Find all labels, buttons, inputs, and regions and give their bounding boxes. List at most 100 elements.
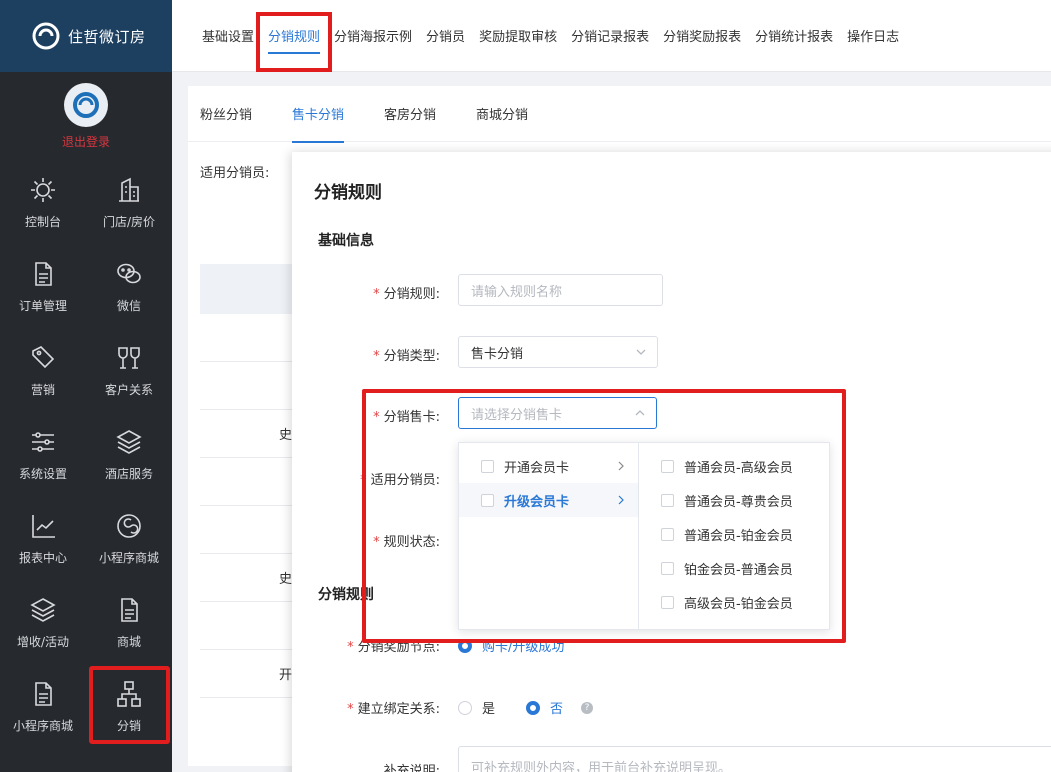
subtab-mall[interactable]: 商城分销 <box>476 86 528 142</box>
sidebar-item-reports[interactable]: 报表中心 <box>0 496 86 580</box>
document-icon <box>121 597 138 622</box>
sidebar: 住哲微订房 退出登录 控制台 门店/房价 订单管理 微信 营销 客户关系 系统设… <box>0 0 172 772</box>
card-placeholder: 请选择分销售卡 <box>471 407 563 423</box>
sidebar-item-wechat[interactable]: 微信 <box>86 244 172 328</box>
checkbox-icon[interactable] <box>661 493 674 507</box>
document-icon <box>35 681 52 706</box>
cascader-option-open-card[interactable]: 开通会员卡 <box>459 449 638 483</box>
cascader-sub-option[interactable]: 普通会员-铂金会员 <box>639 517 829 551</box>
checkbox-icon[interactable] <box>481 459 494 473</box>
sidebar-item-label: 小程序商城 <box>12 718 73 733</box>
subtab-fans[interactable]: 粉丝分销 <box>200 86 252 142</box>
cascader-sub-label: 普通会员-高级会员 <box>684 460 793 476</box>
tab-record-report[interactable]: 分销记录报表 <box>571 0 649 72</box>
sidebar-item-orders[interactable]: 订单管理 <box>0 244 86 328</box>
org-chart-icon <box>117 680 141 707</box>
sidebar-item-label: 商城 <box>116 634 141 649</box>
sidebar-item-label: 增收/活动 <box>16 634 70 649</box>
subtab-room[interactable]: 客房分销 <box>384 86 436 142</box>
checkbox-icon[interactable] <box>661 595 674 609</box>
sidebar-item-mall[interactable]: 商城 <box>86 580 172 664</box>
rule-type-select[interactable]: 售卡分销 <box>458 336 658 368</box>
note-label: 补充说明: <box>383 764 440 772</box>
chart-icon <box>32 514 55 538</box>
tab-distributors[interactable]: 分销员 <box>426 0 465 72</box>
sidebar-item-label: 控制台 <box>24 214 61 229</box>
sidebar-item-label: 系统设置 <box>18 466 67 481</box>
binding-label: * 建立绑定关系: <box>347 702 440 717</box>
document-icon <box>35 261 52 286</box>
radio-checked-icon <box>526 700 540 715</box>
layers-icon <box>116 429 142 454</box>
sidebar-item-mini-program[interactable]: 小程序商城 <box>0 664 86 748</box>
brand[interactable]: 住哲微订房 <box>0 0 172 72</box>
binding-no-radio[interactable]: 否 ? <box>526 698 594 717</box>
sidebar-item-distribution[interactable]: 分销 <box>86 664 172 748</box>
cascader-option-upgrade-card[interactable]: 升级会员卡 <box>459 483 638 517</box>
cascader-sub-label: 高级会员-铂金会员 <box>684 596 793 612</box>
card-cascader-dropdown: 开通会员卡 升级会员卡 普通会员-高级会员 普通会员-尊贵会员 普通会员-铂金会… <box>458 442 830 630</box>
checkbox-icon[interactable] <box>661 459 674 473</box>
sidebar-item-hotel-service[interactable]: 酒店服务 <box>86 412 172 496</box>
chevron-right-icon <box>618 461 624 471</box>
avatar[interactable] <box>64 82 108 127</box>
top-nav: 基础设置 分销规则 分销海报示例 分销员 奖励提取审核 分销记录报表 分销奖励报… <box>172 0 1051 72</box>
tab-basic-settings[interactable]: 基础设置 <box>202 0 254 72</box>
radio-unchecked-icon <box>458 700 472 715</box>
rule-type-label: * 分销类型: <box>373 349 440 364</box>
status-label: * 规则状态: <box>373 535 440 550</box>
logout-link[interactable]: 退出登录 <box>62 133 110 150</box>
rule-name-input[interactable]: 请输入规则名称 <box>458 274 663 306</box>
brand-name: 住哲微订房 <box>68 27 146 46</box>
reward-node-label: * 分销奖励节点: <box>347 640 440 655</box>
sidebar-item-label: 微信 <box>116 298 141 313</box>
sidebar-item-label: 客户关系 <box>104 382 153 397</box>
card-select[interactable]: 请选择分销售卡 <box>458 397 657 429</box>
subtab-card[interactable]: 售卡分销 <box>292 86 345 143</box>
rule-type-value: 售卡分销 <box>471 346 524 362</box>
sidebar-menu: 控制台 门店/房价 订单管理 微信 营销 客户关系 系统设置 酒店服务 报表中心… <box>0 160 172 748</box>
sidebar-item-dashboard[interactable]: 控制台 <box>0 160 86 244</box>
sidebar-item-mini-mall[interactable]: 小程序商城 <box>86 496 172 580</box>
binding-yes-radio[interactable]: 是 <box>458 698 495 717</box>
sidebar-item-store[interactable]: 门店/房价 <box>86 160 172 244</box>
sidebar-item-label: 订单管理 <box>18 298 67 313</box>
help-icon[interactable]: ? <box>581 701 594 714</box>
cascader-sub-label: 普通会员-尊贵会员 <box>684 494 793 510</box>
cascader-sub-option[interactable]: 铂金会员-普通会员 <box>639 551 829 585</box>
avatar-logo-icon <box>73 91 99 118</box>
sidebar-item-settings[interactable]: 系统设置 <box>0 412 86 496</box>
applicable-label: * 适用分销员: <box>360 473 440 488</box>
section-basic-info: 基础信息 <box>318 233 374 249</box>
note-textarea[interactable]: 可补充规则外内容，用于前台补充说明呈现。 <box>458 746 1051 772</box>
cascader-sub-label: 普通会员-铂金会员 <box>684 528 793 544</box>
reward-node-radio[interactable]: 购卡/升级成功 <box>458 636 564 655</box>
tab-poster-example[interactable]: 分销海报示例 <box>334 0 412 72</box>
chevron-right-icon <box>618 495 624 505</box>
sidebar-item-crm[interactable]: 客户关系 <box>86 328 172 412</box>
cascader-sub-label: 铂金会员-普通会员 <box>684 562 793 578</box>
sliders-icon <box>32 431 54 452</box>
checkbox-icon[interactable] <box>661 527 674 541</box>
building-icon <box>119 177 139 202</box>
reward-node-option: 购卡/升级成功 <box>482 640 565 655</box>
layers-icon <box>30 597 56 622</box>
cascader-level2: 普通会员-高级会员 普通会员-尊贵会员 普通会员-铂金会员 铂金会员-普通会员 … <box>639 443 829 629</box>
cascader-sub-option[interactable]: 高级会员-铂金会员 <box>639 585 829 619</box>
checkbox-icon[interactable] <box>661 561 674 575</box>
radio-checked-icon <box>458 638 472 653</box>
tab-reward-report[interactable]: 分销奖励报表 <box>663 0 741 72</box>
tab-stats-report[interactable]: 分销统计报表 <box>755 0 833 72</box>
cascader-sub-option[interactable]: 普通会员-尊贵会员 <box>639 483 829 517</box>
cascader-sub-option[interactable]: 普通会员-高级会员 <box>639 449 829 483</box>
cascader-option-label: 升级会员卡 <box>504 494 570 510</box>
filter-label: 适用分销员: <box>200 166 270 181</box>
sidebar-item-revenue[interactable]: 增收/活动 <box>0 580 86 664</box>
tab-withdraw-review[interactable]: 奖励提取审核 <box>479 0 557 72</box>
checkbox-icon[interactable] <box>481 493 494 507</box>
modal-title: 分销规则 <box>314 183 382 203</box>
tab-operation-log[interactable]: 操作日志 <box>847 0 899 72</box>
tag-icon <box>32 345 55 368</box>
sidebar-item-marketing[interactable]: 营销 <box>0 328 86 412</box>
tab-distribution-rules[interactable]: 分销规则 <box>256 0 333 72</box>
